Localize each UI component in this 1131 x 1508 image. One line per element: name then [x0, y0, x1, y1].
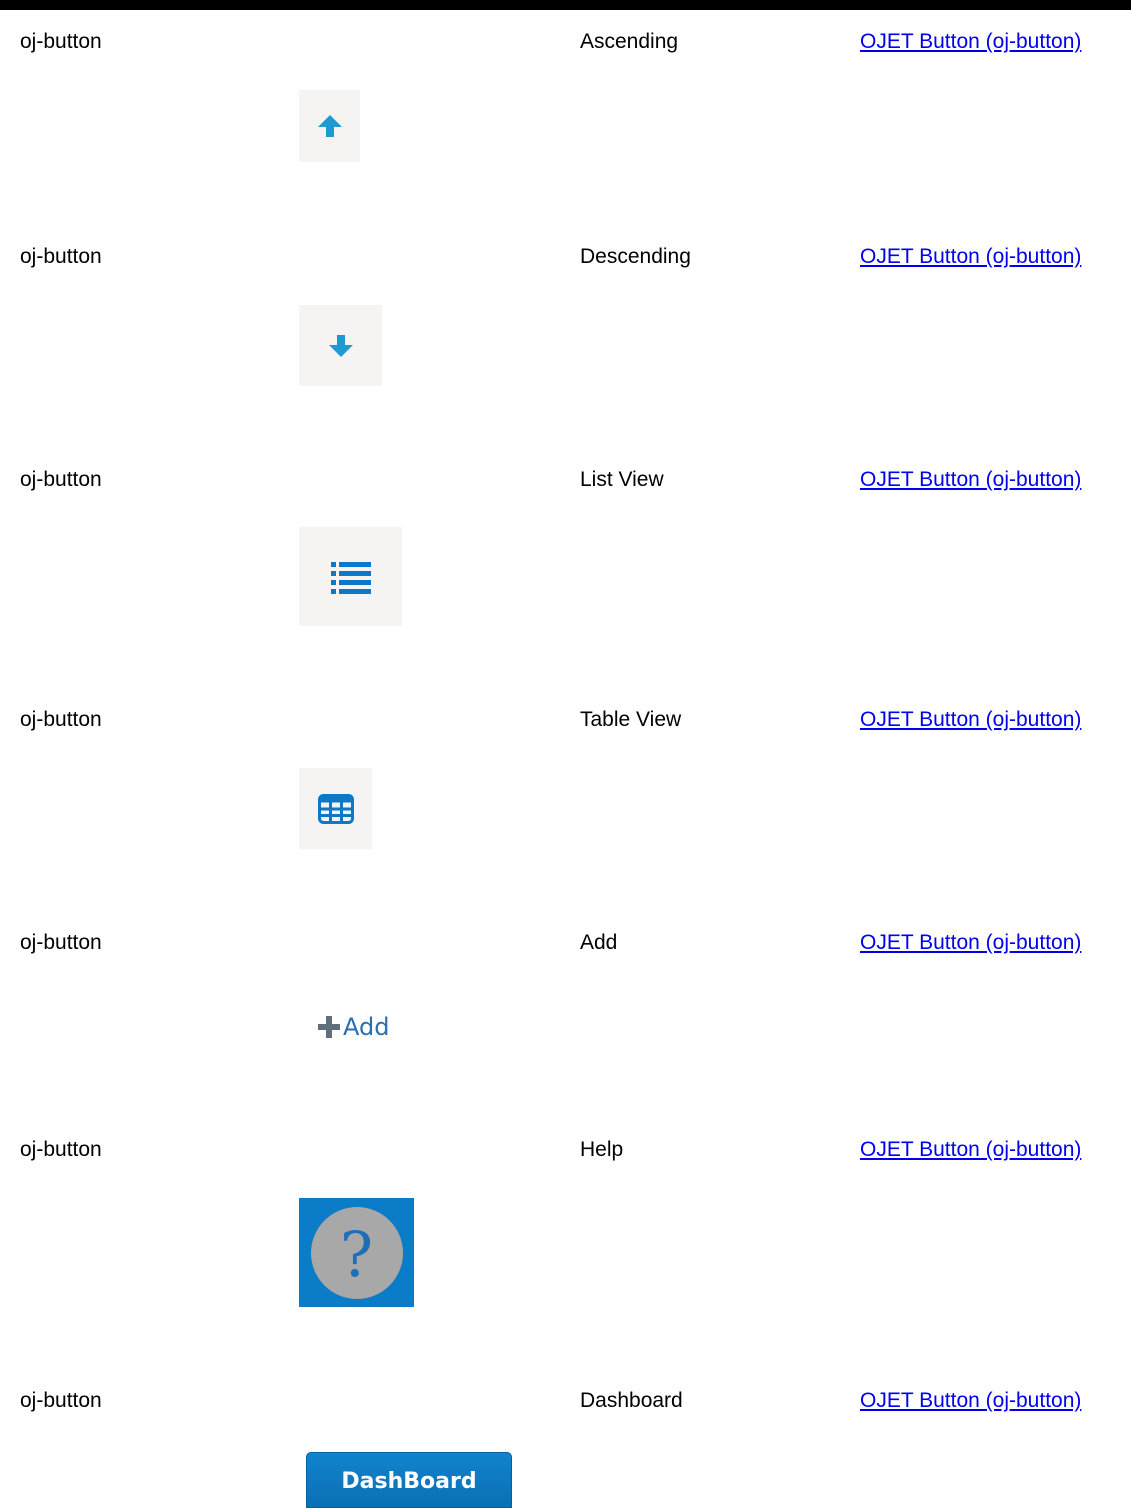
component-type: oj-button: [20, 30, 102, 53]
table-row: oj-button Add Add OJET Button (oj-button…: [0, 931, 1131, 1131]
component-type: oj-button: [20, 468, 102, 491]
dashboard-button[interactable]: DashBoard: [306, 1452, 512, 1508]
help-question-glyph: ?: [339, 1217, 374, 1291]
list-view-icon: [330, 561, 371, 594]
ojet-button-link[interactable]: OJET Button (oj-button): [860, 245, 1081, 269]
row-label: Descending: [580, 245, 691, 268]
table-row: oj-button Descending OJET Button (oj-but…: [0, 245, 1131, 445]
add-button[interactable]: Add: [317, 1009, 417, 1045]
descending-button[interactable]: [299, 305, 382, 386]
table-row: oj-button Ascending OJET Button (oj-butt…: [0, 30, 1131, 220]
plus-icon: [318, 1016, 340, 1038]
table-row: oj-button DashBoard Dashboard OJET Butto…: [0, 1389, 1131, 1508]
ojet-button-link[interactable]: OJET Button (oj-button): [860, 1389, 1081, 1413]
table-view-button[interactable]: [299, 768, 372, 849]
table-row: oj-button Table View OJET Button (oj-but…: [0, 708, 1131, 908]
arrow-down-icon: [328, 334, 353, 357]
component-type: oj-button: [20, 931, 102, 954]
top-border: [0, 0, 1131, 10]
arrow-up-icon: [317, 115, 342, 137]
table-grid-icon: [317, 793, 354, 824]
add-button-label: Add: [343, 1013, 390, 1041]
component-type: oj-button: [20, 245, 102, 268]
help-question-icon: ?: [310, 1206, 403, 1299]
list-view-button[interactable]: [299, 527, 402, 626]
ojet-button-link[interactable]: OJET Button (oj-button): [860, 931, 1081, 955]
ojet-button-link[interactable]: OJET Button (oj-button): [860, 1138, 1081, 1162]
row-label: Table View: [580, 708, 682, 731]
table-row: oj-button ? Help OJET Button (oj-button): [0, 1138, 1131, 1358]
row-label: Add: [580, 931, 618, 954]
ojet-button-link[interactable]: OJET Button (oj-button): [860, 468, 1081, 492]
component-type: oj-button: [20, 1138, 102, 1161]
help-button[interactable]: ?: [299, 1198, 414, 1307]
table-row: oj-button List View OJET Button (oj-butt…: [0, 468, 1131, 688]
row-label: Ascending: [580, 30, 679, 53]
ojet-button-link[interactable]: OJET Button (oj-button): [860, 30, 1081, 54]
component-type: oj-button: [20, 708, 102, 731]
dashboard-button-label: DashBoard: [341, 1468, 477, 1494]
ojet-button-link[interactable]: OJET Button (oj-button): [860, 708, 1081, 732]
row-label: List View: [580, 468, 664, 491]
row-label: Help: [580, 1138, 624, 1161]
ascending-button[interactable]: [299, 90, 360, 162]
row-label: Dashboard: [580, 1389, 683, 1412]
component-type: oj-button: [20, 1389, 102, 1412]
